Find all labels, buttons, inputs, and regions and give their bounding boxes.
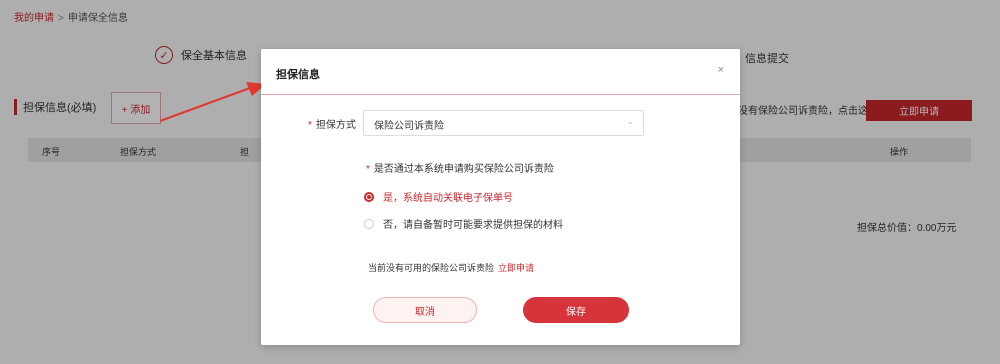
hint-text: 当前没有可用的保险公司诉责险: [368, 263, 495, 273]
no-policy-hint: 当前没有可用的保险公司诉责险 立即申请: [368, 261, 534, 274]
dialog-header: 担保信息 ×: [261, 49, 740, 95]
guarantee-method-label: * 担保方式: [308, 120, 356, 131]
radio-yes[interactable]: [364, 191, 374, 202]
purchase-question: * 是否通过本系统申请购买保险公司诉责险: [366, 164, 554, 175]
option-no-label: 否，请自备暂时可能要求提供担保的材料: [383, 220, 563, 231]
option-no[interactable]: 否，请自备暂时可能要求提供担保的材料: [364, 216, 563, 231]
dialog-title: 担保信息: [276, 69, 320, 81]
save-button[interactable]: 保存: [523, 297, 629, 323]
guarantee-method-select[interactable]: 保险公司诉责险 ⌄: [363, 110, 644, 136]
close-icon[interactable]: ×: [718, 64, 724, 76]
chevron-down-icon: ⌄: [626, 116, 634, 126]
cancel-button[interactable]: 取消: [373, 297, 477, 323]
guarantee-method-value: 保险公司诉责险: [374, 121, 444, 132]
option-yes[interactable]: 是，系统自动关联电子保单号: [364, 189, 513, 204]
apply-now-link[interactable]: 立即申请: [498, 263, 534, 273]
radio-no[interactable]: [364, 218, 374, 229]
option-yes-label: 是，系统自动关联电子保单号: [383, 193, 513, 204]
purchase-question-text: 是否通过本系统申请购买保险公司诉责险: [373, 164, 554, 175]
guarantee-method-label-text: 担保方式: [315, 120, 356, 131]
guarantee-dialog: 担保信息 × * 担保方式 保险公司诉责险 ⌄ * 是否通过本系统申请购买保险公司诉…: [261, 49, 740, 345]
